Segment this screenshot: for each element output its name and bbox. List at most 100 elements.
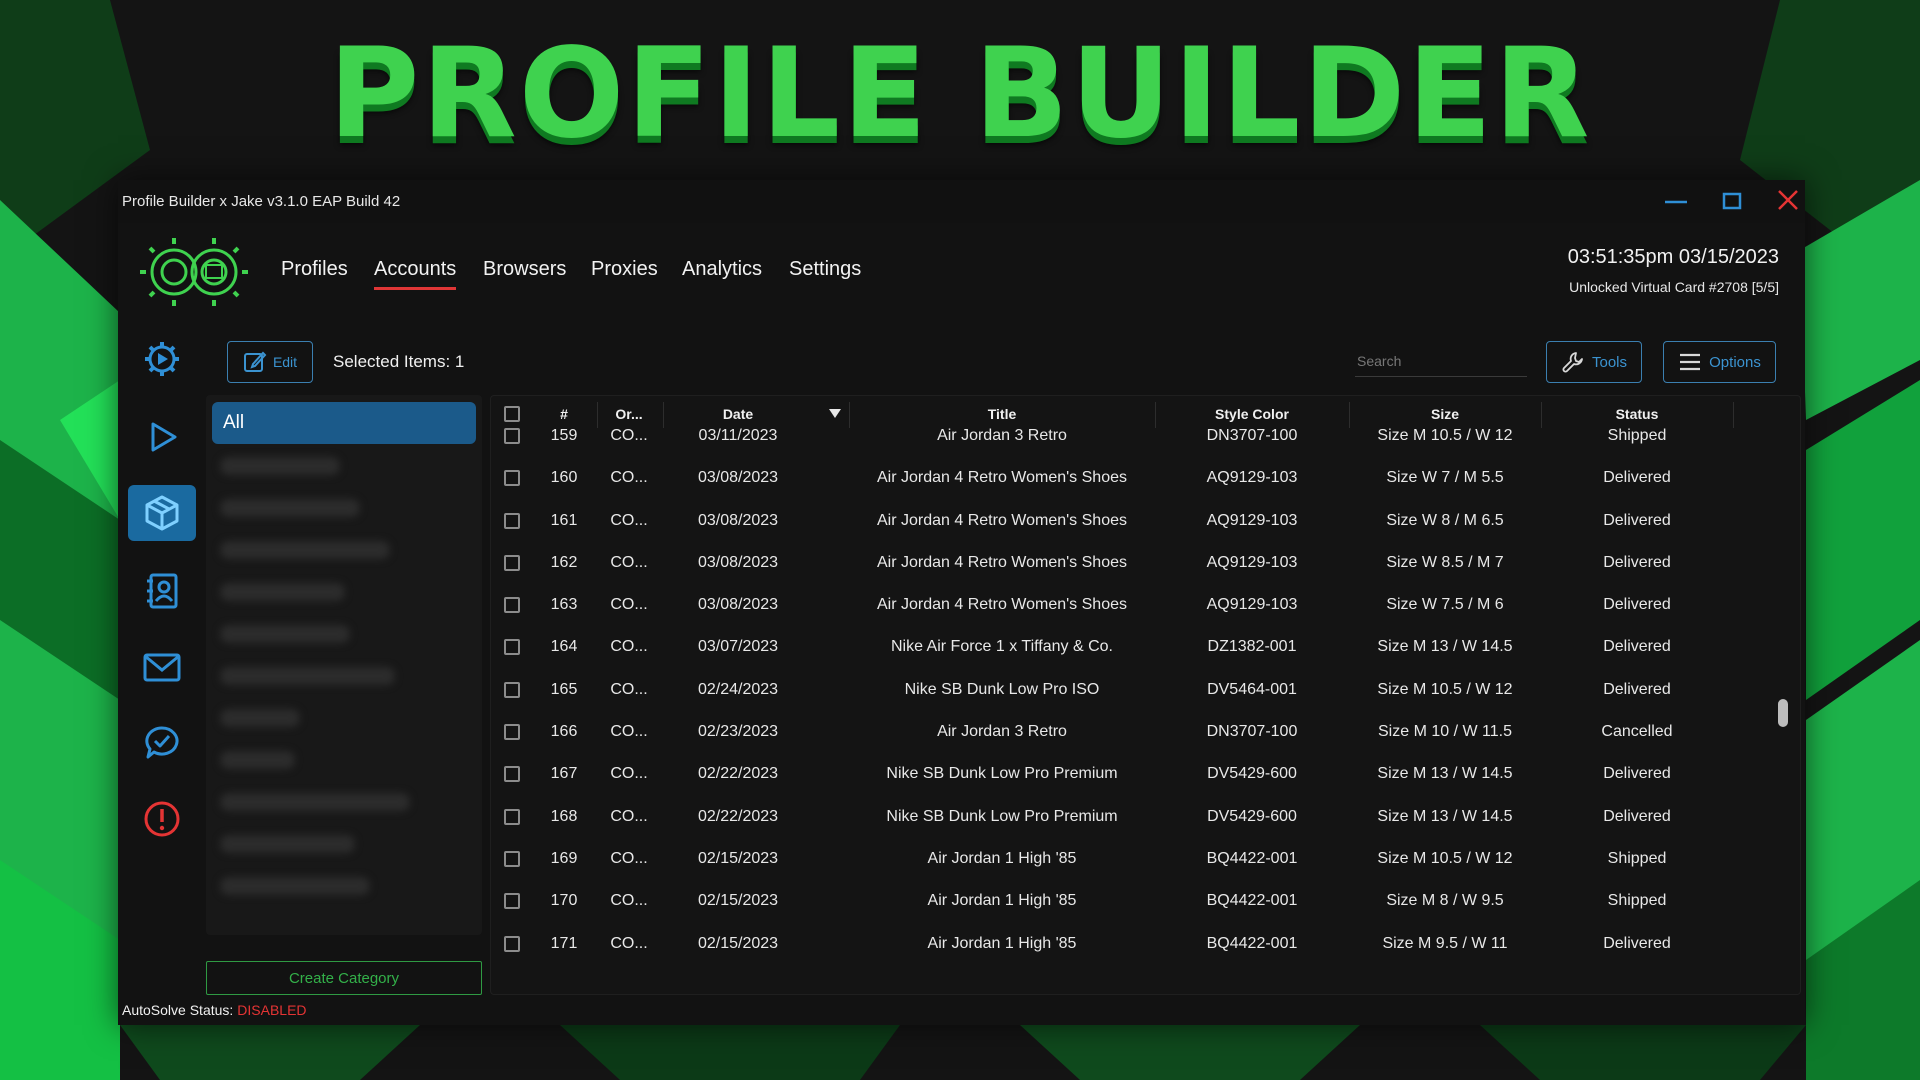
row-checkbox[interactable] <box>504 428 520 444</box>
cell-date: 02/22/2023 <box>697 807 779 825</box>
options-button[interactable]: Options <box>1663 341 1776 383</box>
cell-order: CO... <box>610 680 648 698</box>
row-checkbox[interactable] <box>504 935 520 952</box>
nav-profiles[interactable]: Profiles <box>281 258 348 287</box>
rail-chat-button[interactable] <box>128 715 196 771</box>
cell-number: 168 <box>550 807 578 825</box>
nav-accounts[interactable]: Accounts <box>374 258 457 290</box>
cell-size: Size W 7 / M 5.5 <box>1386 469 1504 487</box>
autosolve-status: AutoSolve Status: DISABLED <box>122 1002 307 1018</box>
box-icon <box>145 495 179 531</box>
cell-size: Size M 13 / W 14.5 <box>1377 765 1513 783</box>
row-checkbox[interactable] <box>504 681 520 698</box>
row-checkbox[interactable] <box>504 470 520 487</box>
minimize-button[interactable] <box>1654 186 1698 216</box>
rail-alert-button[interactable] <box>128 791 196 847</box>
title-bar[interactable]: Profile Builder x Jake v3.1.0 EAP Build … <box>118 180 1805 223</box>
rail-box-button[interactable] <box>128 485 196 541</box>
cell-size: Size M 13 / W 14.5 <box>1377 807 1513 825</box>
autosolve-value: DISABLED <box>237 1002 307 1018</box>
cell-order: CO... <box>610 723 648 741</box>
cell-title: Nike SB Dunk Low Pro Premium <box>886 807 1118 825</box>
category-item[interactable] <box>220 583 345 601</box>
cell-status: Delivered <box>1603 596 1671 614</box>
cell-title: Air Jordan 3 Retro <box>937 723 1067 741</box>
table-row[interactable]: 171 CO... 02/15/2023 Air Jordan 1 High '85 B… <box>491 935 1802 982</box>
cell-size: Size M 10.5 / W 12 <box>1377 680 1513 698</box>
nav-settings[interactable]: Settings <box>789 258 861 287</box>
category-item[interactable] <box>220 835 355 853</box>
row-checkbox[interactable] <box>504 766 520 783</box>
cell-number: 160 <box>550 469 578 487</box>
cell-size: Size M 9.5 / W 11 <box>1382 934 1508 952</box>
app-logo <box>140 238 248 306</box>
cell-title: Nike Air Force 1 x Tiffany & Co. <box>890 638 1113 656</box>
search-input[interactable] <box>1355 346 1527 377</box>
category-all[interactable]: All <box>212 402 476 444</box>
category-item[interactable] <box>220 499 360 517</box>
edit-button[interactable]: Edit <box>227 341 313 383</box>
rail-tasks-button[interactable] <box>128 331 196 387</box>
cell-style-color: AQ9129-103 <box>1206 596 1298 614</box>
category-item[interactable] <box>220 625 350 643</box>
cell-style-color: AQ9129-103 <box>1206 553 1298 571</box>
cell-style-color: DV5429-600 <box>1207 807 1297 825</box>
table-scrollbar[interactable] <box>1778 699 1788 727</box>
maximize-button[interactable] <box>1710 186 1754 216</box>
category-item[interactable] <box>220 877 370 895</box>
table-body: 159 CO... 03/11/2023 Air Jordan 3 Retro DN37… <box>491 427 1802 982</box>
cell-size: Size W 8.5 / M 7 <box>1386 553 1504 571</box>
category-item[interactable] <box>220 793 410 811</box>
category-item[interactable] <box>220 751 295 769</box>
cell-style-color: AQ9129-103 <box>1206 469 1298 487</box>
sort-desc-icon[interactable] <box>829 409 841 419</box>
close-button[interactable] <box>1766 186 1810 216</box>
row-checkbox[interactable] <box>504 512 520 529</box>
app-window: Profile Builder x Jake v3.1.0 EAP Build … <box>118 180 1805 1025</box>
rail-contacts-button[interactable] <box>128 563 196 619</box>
cell-status: Cancelled <box>1601 723 1673 741</box>
cell-size: Size M 8 / W 9.5 <box>1386 892 1504 910</box>
row-checkbox[interactable] <box>504 639 520 656</box>
row-checkbox[interactable] <box>504 597 520 614</box>
mail-icon <box>143 653 181 682</box>
category-item[interactable] <box>220 709 300 727</box>
tools-button[interactable]: Tools <box>1546 341 1642 383</box>
nav-browsers[interactable]: Browsers <box>483 258 566 287</box>
autosolve-label: AutoSolve Status: <box>122 1002 234 1018</box>
cell-title: Air Jordan 1 High '85 <box>927 849 1077 867</box>
cell-title: Air Jordan 4 Retro Women's Shoes <box>877 553 1127 571</box>
cell-style-color: DN3707-100 <box>1206 723 1298 741</box>
license-status: Unlocked Virtual Card #2708 [5/5] <box>1569 279 1779 295</box>
cell-order: CO... <box>610 807 648 825</box>
select-all-checkbox[interactable] <box>504 406 520 422</box>
nav-analytics[interactable]: Analytics <box>682 258 762 287</box>
create-category-button[interactable]: Create Category <box>206 961 482 995</box>
window-title: Profile Builder x Jake v3.1.0 EAP Build … <box>122 193 401 210</box>
nav-proxies[interactable]: Proxies <box>591 258 658 287</box>
row-checkbox[interactable] <box>504 850 520 867</box>
contacts-icon <box>147 573 178 609</box>
category-item[interactable] <box>220 667 395 685</box>
selected-count: Selected Items: 1 <box>333 352 465 371</box>
category-item[interactable] <box>220 457 340 475</box>
cell-size: Size M 10.5 / W 12 <box>1377 849 1513 867</box>
cell-title: Nike SB Dunk Low Pro Premium <box>886 765 1118 783</box>
cell-style-color: DV5429-600 <box>1207 765 1297 783</box>
rail-play-button[interactable] <box>128 409 196 465</box>
row-checkbox[interactable] <box>504 893 520 910</box>
cell-order: CO... <box>610 934 648 952</box>
category-panel: All <box>206 395 482 935</box>
row-checkbox[interactable] <box>504 724 520 741</box>
cell-date: 02/24/2023 <box>697 680 779 698</box>
cell-size: Size M 10.5 / W 12 <box>1377 427 1513 444</box>
rail-mail-button[interactable] <box>128 639 196 695</box>
cell-status: Delivered <box>1603 765 1671 783</box>
category-item[interactable] <box>220 541 390 559</box>
cell-style-color: BQ4422-001 <box>1206 849 1298 867</box>
tools-button-label: Tools <box>1591 353 1628 371</box>
row-checkbox[interactable] <box>504 808 520 825</box>
clock: 03:51:35pm 03/15/2023 <box>1567 246 1779 268</box>
cell-order: CO... <box>610 849 648 867</box>
row-checkbox[interactable] <box>504 554 520 571</box>
